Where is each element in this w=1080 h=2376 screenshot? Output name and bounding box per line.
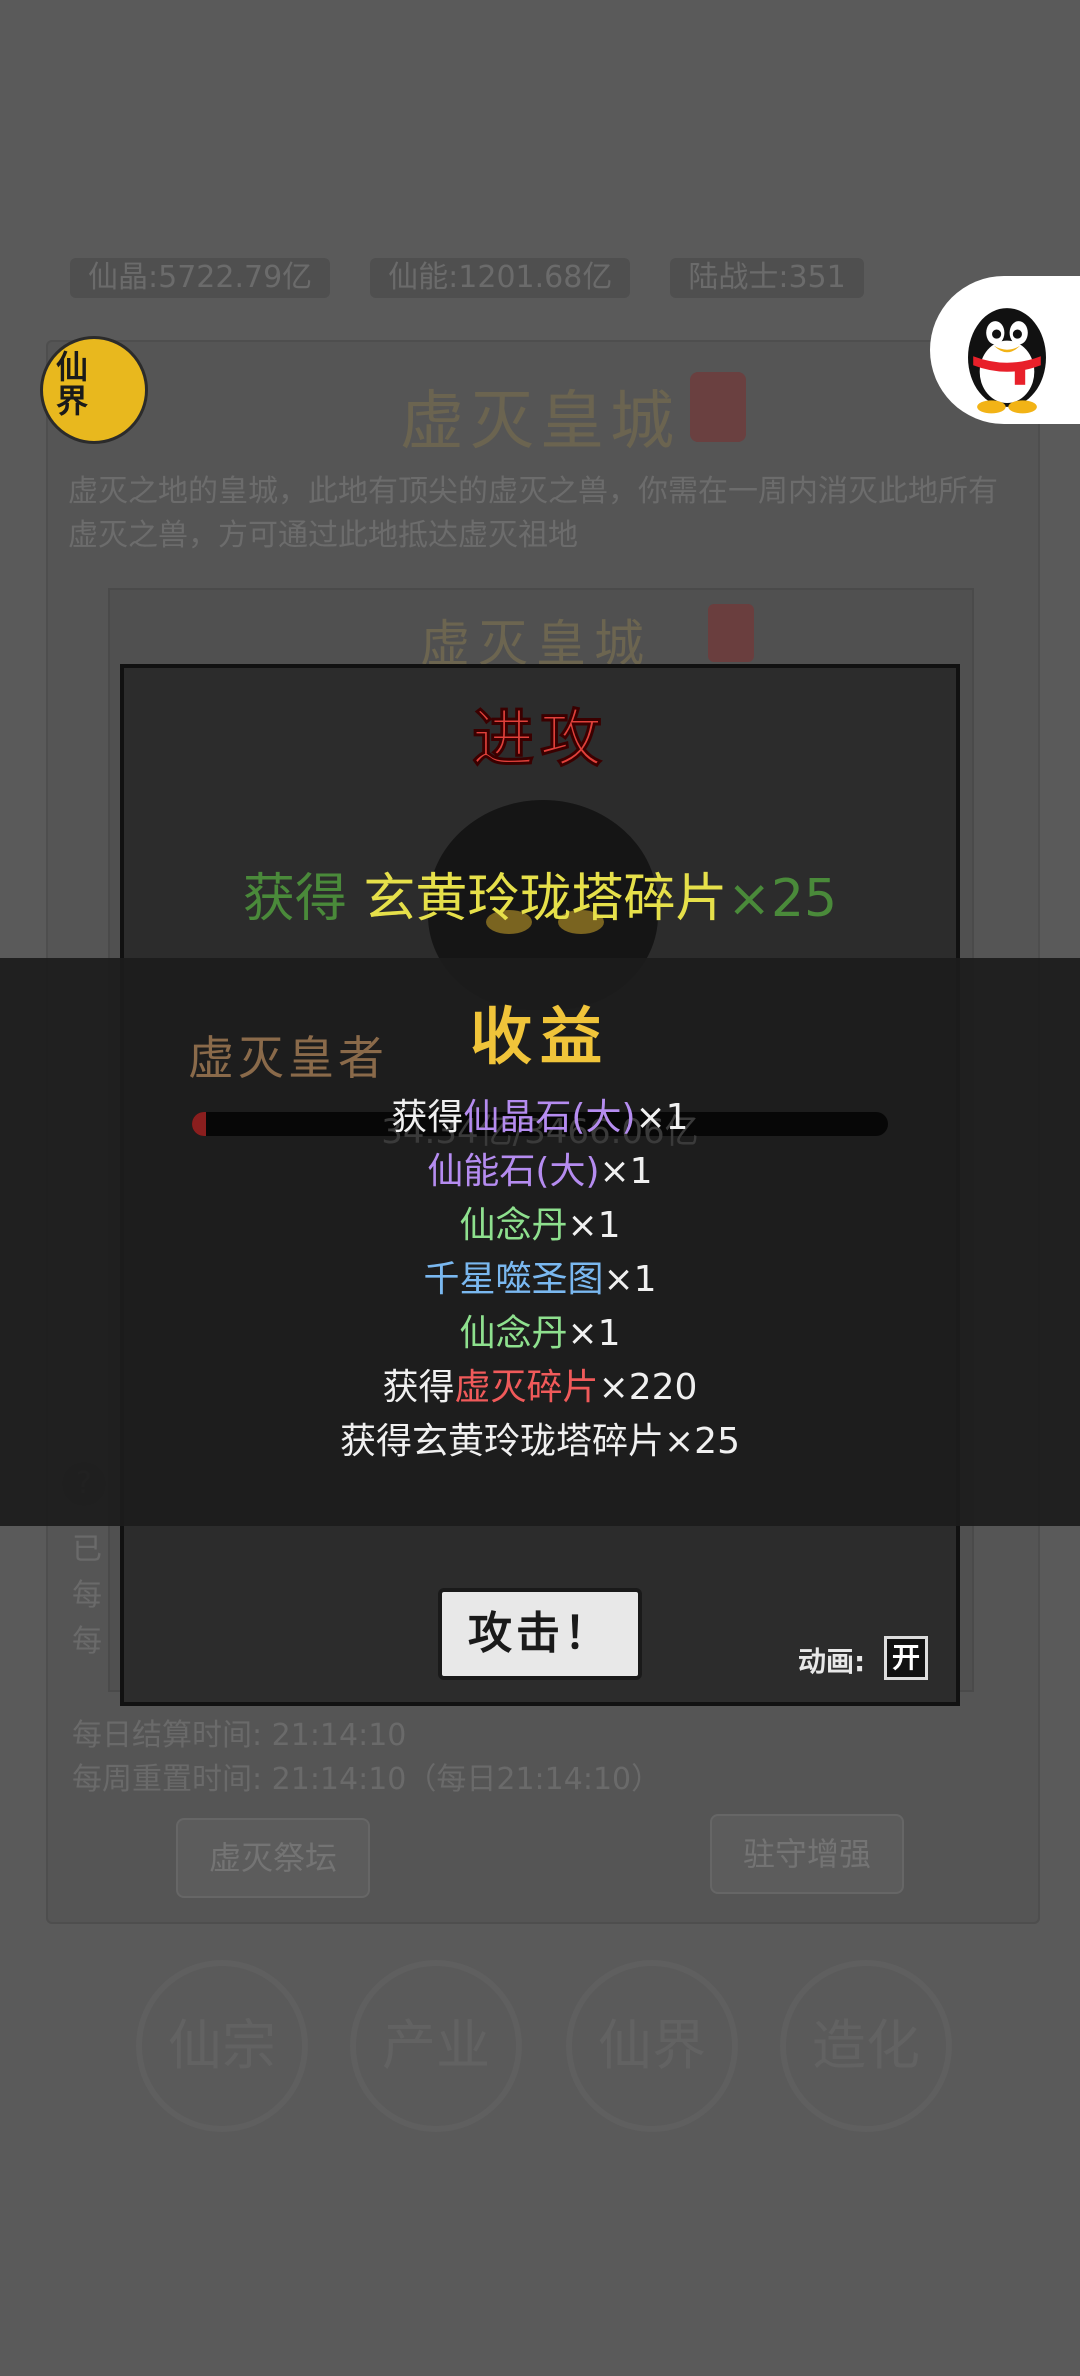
nav-creation[interactable]: 造化 xyxy=(780,1960,952,2132)
realm-badge-label: 仙界 xyxy=(56,348,89,420)
note-line: 已 xyxy=(72,1532,102,1567)
nav-industry[interactable]: 产业 xyxy=(350,1960,522,2132)
resource-crystal: 仙晶:5722.79亿 xyxy=(70,258,331,298)
income-line: 仙能石(大)×1 xyxy=(427,1151,653,1192)
income-line: 千星噬圣图×1 xyxy=(423,1259,657,1300)
note-line: 每 xyxy=(72,1624,102,1659)
reward-line: 获得 玄黄玲珑塔碎片×25 xyxy=(0,856,1080,931)
animation-label: 动画: xyxy=(798,1645,866,1678)
weekly-reset-time: 每周重置时间: 21:14:10（每日21:14:10） xyxy=(72,1762,662,1797)
background-title: 虚灭皇城 xyxy=(400,385,680,459)
income-line: 仙念丹×1 xyxy=(459,1313,621,1354)
seal-icon xyxy=(708,604,754,662)
reward-qty: ×25 xyxy=(727,869,838,929)
income-line: 获得虚灭碎片×220 xyxy=(382,1367,698,1408)
income-line: 获得仙晶石(大)×1 xyxy=(391,1097,689,1138)
qq-penguin-icon xyxy=(968,308,1046,414)
income-line: 仙念丹×1 xyxy=(459,1205,621,1246)
background-description: 虚灭之地的皇城，此地有顶尖的虚灭之兽，你需在一周内消灭此地所有虚灭之兽，方可通过… xyxy=(68,474,998,553)
reward-prefix: 获得 xyxy=(242,869,347,929)
resource-bar: 仙晶:5722.79亿 仙能:1201.68亿 陆战士:351 xyxy=(70,258,940,298)
note-line: 每 xyxy=(72,1578,102,1613)
nav-realm[interactable]: 仙界 xyxy=(566,1960,738,2132)
modal-title: 进攻 xyxy=(471,702,608,776)
qq-float-button[interactable] xyxy=(930,276,1080,424)
daily-settle-time: 每日结算时间: 21:14:10 xyxy=(72,1718,407,1753)
income-line: 获得玄黄玲珑塔碎片×25 xyxy=(339,1421,740,1462)
resource-soldiers: 陆战士:351 xyxy=(670,258,864,298)
reward-item: 玄黄玲珑塔碎片 xyxy=(363,869,728,929)
nav-sect[interactable]: 仙宗 xyxy=(136,1960,308,2132)
income-title: 收益 xyxy=(469,1000,610,1073)
garrison-button[interactable]: 驻守增强 xyxy=(710,1814,904,1894)
resource-energy: 仙能:1201.68亿 xyxy=(370,258,631,298)
seal-icon xyxy=(690,372,746,442)
attack-button[interactable]: 攻击！ xyxy=(438,1588,642,1680)
animation-toggle[interactable]: 开 xyxy=(884,1636,928,1680)
altar-button[interactable]: 虚灭祭坛 xyxy=(176,1818,370,1898)
